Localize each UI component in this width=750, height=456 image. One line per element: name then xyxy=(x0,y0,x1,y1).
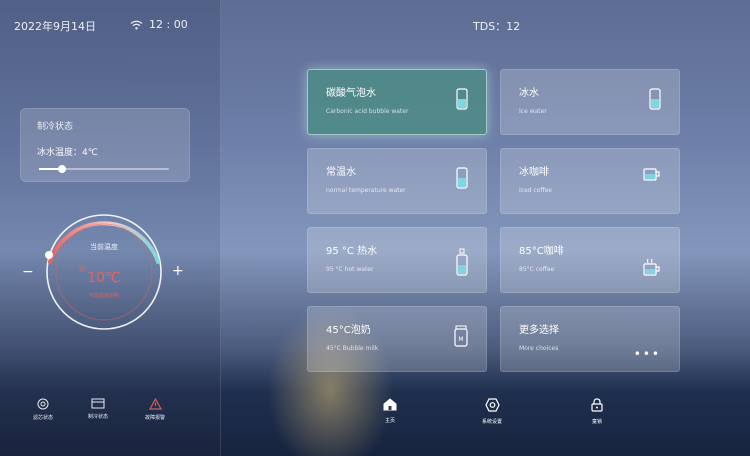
card-subtitle: 95 °C hot water xyxy=(326,266,374,273)
card-title: 碳酸气泡水 xyxy=(326,88,376,99)
wifi-icon xyxy=(130,20,143,29)
card-title: 常温水 xyxy=(326,167,356,178)
card-subtitle: normal temperature water xyxy=(326,187,406,194)
card-title: 85°C咖啡 xyxy=(519,246,564,257)
card-normal-water[interactable]: 常温水 normal temperature water xyxy=(307,148,487,214)
filter-status-button[interactable]: 滤芯状态 xyxy=(21,398,65,421)
card-subtitle: Iced coffee xyxy=(519,187,552,194)
dial-value: 10℃ xyxy=(87,270,121,286)
decrease-temperature-button[interactable]: − xyxy=(22,264,34,280)
card-hot-coffee[interactable]: 85°C咖啡 85°C coffee xyxy=(500,227,680,293)
tds-readout: TDS：12 xyxy=(473,20,521,33)
cooling-icon xyxy=(91,398,105,409)
temperature-dial[interactable]: 当前温度 🜄 10℃ 当前温度说明 xyxy=(44,212,164,332)
nav-child-lock[interactable]: 童锁 xyxy=(577,398,617,425)
warning-icon xyxy=(148,398,162,410)
cooling-status-title: 制冷状态 xyxy=(37,122,74,132)
nav-home-label: 主页 xyxy=(384,418,395,424)
card-more-choices[interactable]: 更多选择 More choices ••• xyxy=(500,306,680,372)
dial-sub-label: 当前温度说明 xyxy=(88,293,119,299)
nav-home[interactable]: 主页 xyxy=(370,398,410,424)
bottle-icon xyxy=(456,248,468,276)
svg-text:M: M xyxy=(458,336,463,343)
mug-icon xyxy=(643,258,660,276)
fault-alarm-label: 故障报警 xyxy=(144,415,165,421)
dial-label: 当前温度 xyxy=(90,243,118,251)
card-iced-coffee[interactable]: 冰咖啡 Iced coffee xyxy=(500,148,680,214)
card-title: 更多选择 xyxy=(519,325,559,336)
card-bubble-milk[interactable]: 45°C泡奶 45°C Bubble milk M xyxy=(307,306,487,372)
nav-settings[interactable]: 系统设置 xyxy=(472,398,512,425)
date-text: 2022年9月14日 xyxy=(14,20,96,33)
lock-icon xyxy=(591,398,603,412)
nav-settings-label: 系统设置 xyxy=(481,419,502,425)
card-subtitle: Ice water xyxy=(519,108,547,115)
cooling-status-label: 制冷状态 xyxy=(87,414,108,420)
nav-lock-label: 童锁 xyxy=(591,419,602,425)
card-subtitle: More choices xyxy=(519,345,559,352)
fault-alarm-button[interactable]: 故障报警 xyxy=(133,398,177,421)
settings-icon xyxy=(484,398,500,412)
more-icon: ••• xyxy=(633,347,661,361)
card-subtitle: 45°C Bubble milk xyxy=(326,345,379,352)
cup-icon xyxy=(649,88,661,110)
filter-icon xyxy=(37,398,49,410)
card-hot-water[interactable]: 95 °C 热水 95 °C hot water xyxy=(307,227,487,293)
temperature-slider[interactable] xyxy=(39,165,169,173)
cooling-status-card: 制冷状态 冰水温度：4℃ xyxy=(20,108,190,182)
time-text: 12 : 00 xyxy=(149,18,188,31)
wifi-status: 12 : 00 xyxy=(130,18,188,31)
card-carbonated-water[interactable]: 碳酸气泡水 Carbonic acid bubble water xyxy=(307,69,487,135)
increase-temperature-button[interactable]: + xyxy=(172,263,184,279)
card-title: 冰咖啡 xyxy=(519,167,549,178)
card-title: 45°C泡奶 xyxy=(326,325,371,336)
home-icon xyxy=(383,398,397,411)
ice-water-temp-label: 冰水温度：4℃ xyxy=(37,148,98,158)
cup-icon xyxy=(456,167,468,189)
mug-icon xyxy=(643,168,660,181)
dial-knob xyxy=(45,251,53,259)
milk-icon: M xyxy=(454,325,468,347)
cooling-status-button[interactable]: 制冷状态 xyxy=(76,398,120,420)
slider-knob[interactable] xyxy=(58,165,67,173)
card-subtitle: Carbonic acid bubble water xyxy=(326,108,409,115)
cup-icon xyxy=(456,88,468,110)
filter-status-label: 滤芯状态 xyxy=(32,415,53,421)
card-title: 冰水 xyxy=(519,88,539,99)
card-title: 95 °C 热水 xyxy=(326,246,378,257)
card-subtitle: 85°C coffee xyxy=(519,266,555,273)
card-ice-water[interactable]: 冰水 Ice water xyxy=(500,69,680,135)
